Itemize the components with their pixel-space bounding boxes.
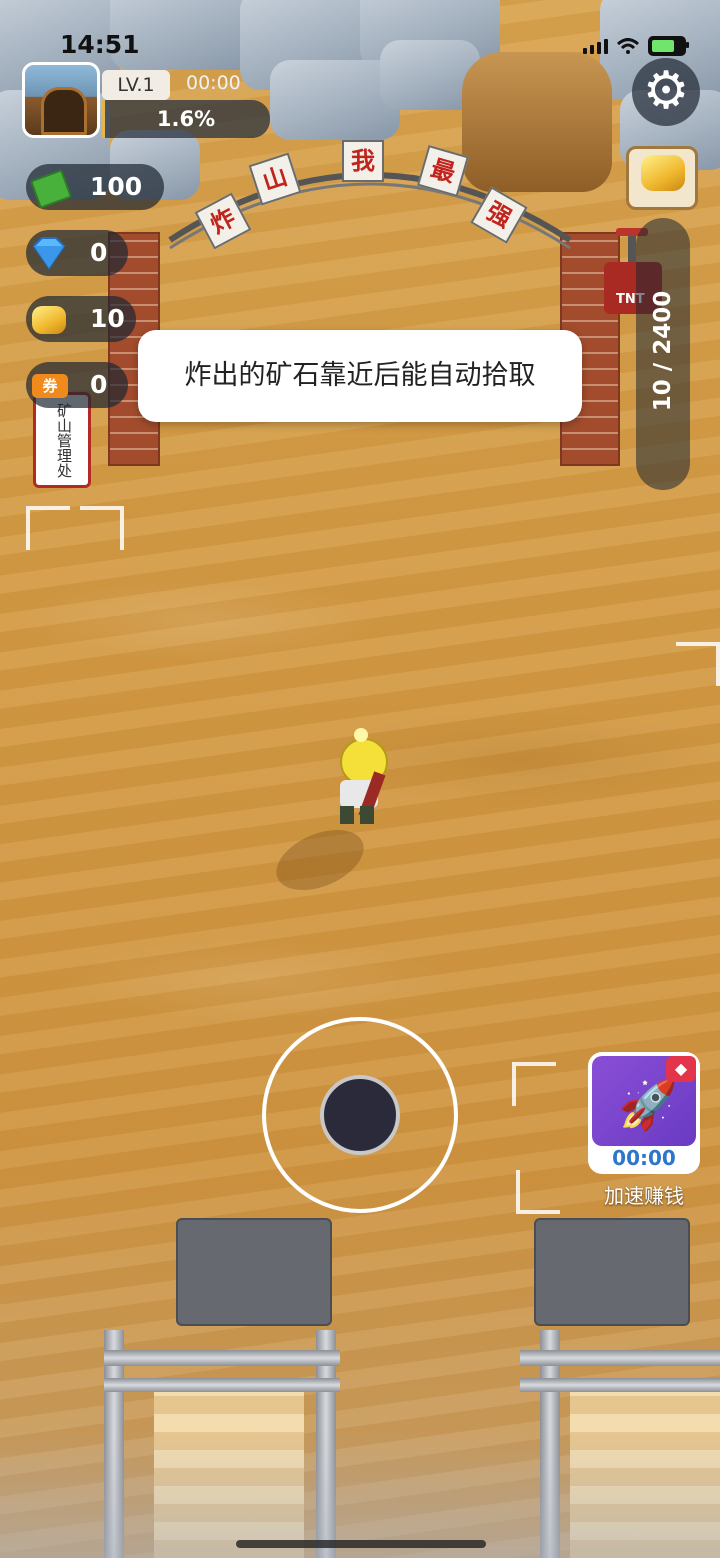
rocket-icon: 🚀 <box>618 1077 678 1133</box>
status-bar: 14:51 <box>0 26 720 66</box>
floor-marker <box>516 1170 560 1214</box>
resource-gold: 10 <box>26 296 136 342</box>
metal-plate <box>534 1218 690 1326</box>
diamond-value: 0 <box>90 238 108 267</box>
tip-bubble: 炸出的矿石靠近后能自动拾取 <box>138 330 582 422</box>
resource-diamond: 0 <box>26 230 128 276</box>
gate-arch: 炸 山 我 最 强 <box>160 130 580 290</box>
boost-button[interactable]: 🚀 ◆ 00:00 <box>588 1052 700 1174</box>
boost-timer: 00:00 <box>612 1146 676 1170</box>
home-indicator[interactable] <box>236 1540 486 1548</box>
capacity-text: 10 / 2400 <box>650 290 676 412</box>
diamond-icon <box>28 234 70 272</box>
player-miner <box>332 728 396 828</box>
level-badge: LV.1 <box>102 70 170 100</box>
level-timer: 00:00 <box>186 72 241 94</box>
level-progress-bar: 1.6% <box>102 100 270 138</box>
mine-avatar[interactable] <box>22 62 100 138</box>
ticket-value: 0 <box>90 370 108 399</box>
signal-icon <box>583 38 608 54</box>
settings-gear-icon[interactable]: ⚙ <box>632 58 700 126</box>
gold-nugget-icon <box>28 300 70 338</box>
mine-entrance-icon <box>41 87 87 135</box>
floor-marker <box>26 506 70 550</box>
metal-plate <box>176 1218 332 1326</box>
clock: 14:51 <box>60 30 140 59</box>
floor-marker <box>80 506 124 550</box>
cash-value: 100 <box>90 172 143 201</box>
progress-text: 1.6% <box>156 107 216 131</box>
player-shadow <box>262 830 378 890</box>
floor-marker <box>676 642 720 686</box>
fog-overlay <box>0 1430 720 1558</box>
cash-icon <box>28 168 73 209</box>
gem-badge-icon: ◆ <box>666 1056 696 1082</box>
boost-label: 加速赚钱 <box>604 1184 684 1208</box>
resource-ticket: 券 0 <box>26 362 128 408</box>
gold-nugget-icon <box>641 155 685 191</box>
resource-cash: 100 <box>26 164 164 210</box>
arch-sign-char: 我 <box>342 140 384 182</box>
floor-marker <box>512 1062 556 1106</box>
gold-storage-button[interactable] <box>626 146 698 210</box>
wifi-icon <box>616 38 640 54</box>
ticket-icon: 券 <box>28 366 70 404</box>
ore-capacity: 10 / 2400 <box>636 218 690 490</box>
gold-value: 10 <box>90 304 125 333</box>
battery-icon <box>648 36 689 56</box>
joystick-knob[interactable] <box>320 1075 400 1155</box>
